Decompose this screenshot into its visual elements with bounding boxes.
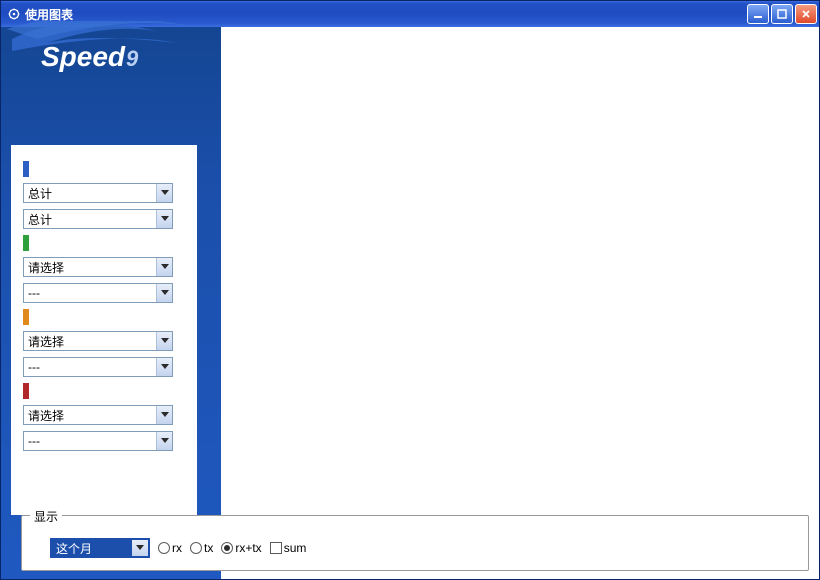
select-value: 请选择: [28, 259, 64, 276]
series-2-select-a[interactable]: 请选择: [23, 257, 173, 277]
gear-icon: [7, 7, 21, 21]
radio-icon: [190, 542, 202, 554]
series-1-select-b[interactable]: 总计: [23, 209, 173, 229]
chevron-down-icon: [156, 184, 172, 202]
display-group: 显示 这个月 rx tx rx+tx: [21, 515, 809, 571]
chevron-down-icon: [156, 432, 172, 450]
series-4-select-b[interactable]: ---: [23, 431, 173, 451]
series-1-select-a[interactable]: 总计: [23, 183, 173, 203]
chevron-down-icon: [156, 332, 172, 350]
chevron-down-icon: [156, 358, 172, 376]
maximize-button[interactable]: [771, 4, 793, 24]
chevron-down-icon: [156, 258, 172, 276]
radio-label: tx: [204, 541, 213, 555]
series-3-select-a[interactable]: 请选择: [23, 331, 173, 351]
series-2-select-b[interactable]: ---: [23, 283, 173, 303]
series-chip-2: [23, 235, 29, 251]
window-title: 使用图表: [25, 6, 747, 23]
series-chip-3: [23, 309, 29, 325]
select-value: ---: [28, 286, 40, 300]
chevron-down-icon: [156, 284, 172, 302]
chevron-down-icon: [132, 540, 148, 556]
select-value: 这个月: [56, 540, 92, 557]
display-row: 这个月 rx tx rx+tx sum: [32, 538, 798, 558]
series-chip-1: [23, 161, 29, 177]
checkbox-icon: [270, 542, 282, 554]
series-chip-4: [23, 383, 29, 399]
select-value: 请选择: [28, 407, 64, 424]
radio-tx[interactable]: tx: [190, 541, 213, 555]
close-button[interactable]: [795, 4, 817, 24]
chevron-down-icon: [156, 210, 172, 228]
radio-label: rx: [172, 541, 182, 555]
select-value: 请选择: [28, 333, 64, 350]
brand-text: Speed: [41, 41, 125, 72]
radio-rx[interactable]: rx: [158, 541, 182, 555]
radio-rxtx[interactable]: rx+tx: [221, 541, 261, 555]
titlebar[interactable]: 使用图表: [1, 1, 819, 27]
select-value: ---: [28, 434, 40, 448]
brand-logo: Speed9: [41, 41, 138, 73]
select-value: ---: [28, 360, 40, 374]
select-value: 总计: [28, 185, 52, 202]
app-window: 使用图表 Speed9 总计 总计: [0, 0, 820, 580]
select-value: 总计: [28, 211, 52, 228]
minimize-button[interactable]: [747, 4, 769, 24]
window-buttons: [747, 4, 817, 24]
display-legend: 显示: [30, 508, 62, 525]
series-4-select-a[interactable]: 请选择: [23, 405, 173, 425]
checkbox-sum[interactable]: sum: [270, 541, 307, 555]
series-3-select-b[interactable]: ---: [23, 357, 173, 377]
checkbox-label: sum: [284, 541, 307, 555]
brand-suffix: 9: [126, 46, 138, 71]
radio-icon: [221, 542, 233, 554]
series-panel: 总计 总计 请选择 --- 请选择 ---: [11, 145, 197, 515]
radio-label: rx+tx: [235, 541, 261, 555]
range-select[interactable]: 这个月: [50, 538, 150, 558]
chevron-down-icon: [156, 406, 172, 424]
content-area: Speed9 总计 总计 请选择 --- 请选择: [1, 27, 819, 579]
radio-icon: [158, 542, 170, 554]
